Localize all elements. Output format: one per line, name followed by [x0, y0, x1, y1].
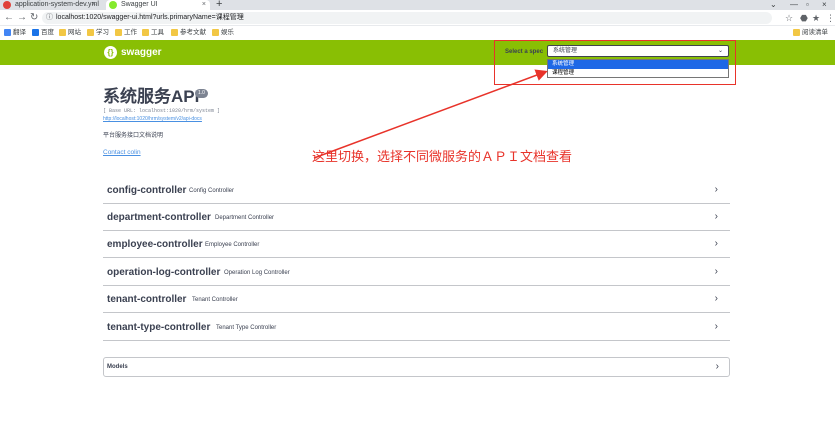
- tag-description: Employee Controller: [205, 242, 260, 248]
- folder-icon: [212, 29, 219, 36]
- back-button[interactable]: ←: [4, 11, 14, 25]
- bookmark-reading-list[interactable]: 阅读清单: [793, 26, 828, 40]
- browser-tab-yml[interactable]: application-system-dev.yml ×: [0, 0, 100, 10]
- tab-close-icon[interactable]: ×: [92, 0, 96, 10]
- new-tab-button[interactable]: +: [216, 0, 222, 10]
- folder-icon: [171, 29, 178, 36]
- tag-description: Config Controller: [189, 188, 235, 194]
- tag-operation-log-controller[interactable]: operation-log-controller Operation Log C…: [103, 259, 730, 286]
- chevron-right-icon: ›: [714, 321, 718, 332]
- chevron-right-icon: ›: [715, 361, 719, 372]
- address-bar-row: ← → ↻ ⓘ localhost:1020/swagger-ui.html?u…: [0, 10, 835, 26]
- browser-tab-bar: application-system-dev.yml × Swagger UI …: [0, 0, 835, 10]
- api-description: 平台服务接口文档说明: [103, 133, 164, 139]
- version-badge: 1.0: [195, 89, 208, 98]
- forward-button[interactable]: →: [17, 11, 27, 25]
- menu-icon[interactable]: ⋮: [826, 11, 835, 25]
- api-docs-link[interactable]: http://localhost:1020/hrm/system/v2/api-…: [103, 116, 202, 123]
- tag-description: Tenant Type Controller: [216, 325, 277, 331]
- chevron-right-icon: ›: [714, 266, 718, 277]
- tag-name: operation-log-controller: [107, 267, 221, 278]
- tag-department-controller[interactable]: department-controller Department Control…: [103, 204, 730, 231]
- tag-description: Operation Log Controller: [224, 270, 290, 276]
- minimize-button[interactable]: —: [790, 0, 798, 10]
- folder-icon: [59, 29, 66, 36]
- tag-name: config-controller: [107, 185, 187, 196]
- tag-name: tenant-controller: [107, 294, 187, 305]
- bookmark-translate[interactable]: 翻译: [4, 26, 26, 40]
- tab-favicon-icon: [3, 1, 11, 9]
- bookmark-baidu[interactable]: 百度: [32, 26, 54, 40]
- tag-name: employee-controller: [107, 239, 203, 250]
- bookmark-folder[interactable]: 工作: [115, 26, 137, 40]
- swagger-logo-icon: {}: [104, 46, 117, 59]
- folder-icon: [115, 29, 122, 36]
- bookmark-folder[interactable]: 网站: [59, 26, 81, 40]
- favorites-icon[interactable]: ★: [812, 11, 820, 25]
- maximize-button[interactable]: ▫: [806, 0, 809, 10]
- tag-config-controller[interactable]: config-controller Config Controller ›: [103, 177, 730, 204]
- chevron-right-icon: ›: [714, 211, 718, 222]
- tag-employee-controller[interactable]: employee-controller Employee Controller …: [103, 231, 730, 258]
- models-title: Models: [107, 364, 128, 370]
- close-window-button[interactable]: ×: [822, 0, 827, 10]
- url-field[interactable]: ⓘ localhost:1020/swagger-ui.html?urls.pr…: [42, 12, 772, 24]
- tag-name: department-controller: [107, 212, 211, 223]
- tag-description: Department Controller: [215, 215, 275, 221]
- chevron-right-icon: ›: [714, 238, 718, 249]
- chevron-right-icon: ›: [714, 293, 718, 304]
- tab-title: application-system-dev.yml: [15, 1, 99, 8]
- bookmark-folder[interactable]: 工具: [142, 26, 164, 40]
- extension-icon[interactable]: ⬣: [800, 11, 808, 25]
- bookmark-folder[interactable]: 学习: [87, 26, 109, 40]
- reload-button[interactable]: ↻: [30, 11, 38, 25]
- bookmark-folder[interactable]: 参考文献: [171, 26, 206, 40]
- swagger-logo-text: swagger: [121, 47, 162, 58]
- folder-icon: [142, 29, 149, 36]
- tag-tenant-type-controller[interactable]: tenant-type-controller Tenant Type Contr…: [103, 314, 730, 341]
- bookmark-star-icon[interactable]: ☆: [785, 11, 793, 25]
- annotation-text: 这里切换，选择不同微服务的ＡＰＩ文档查看: [312, 149, 573, 164]
- annotation-highlight-box: [494, 40, 736, 85]
- tag-name: tenant-type-controller: [107, 322, 211, 333]
- baidu-icon: [32, 29, 39, 36]
- folder-icon: [87, 29, 94, 36]
- url-text: localhost:1020/swagger-ui.html?urls.prim…: [56, 14, 244, 21]
- tab-search-icon[interactable]: ⌄: [770, 0, 777, 10]
- reading-list-icon: [793, 29, 800, 36]
- tag-description: Tenant Controller: [192, 297, 238, 303]
- models-section[interactable]: Models ›: [103, 357, 730, 377]
- page-title: 系统服务API: [103, 87, 200, 106]
- browser-tab-swagger[interactable]: Swagger UI ×: [106, 0, 210, 10]
- tag-tenant-controller[interactable]: tenant-controller Tenant Controller ›: [103, 286, 730, 313]
- swagger-favicon-icon: [109, 1, 117, 9]
- base-url: [ Base URL: localhost:1020/hrm/system ]: [103, 108, 221, 114]
- tab-title: Swagger UI: [121, 1, 158, 8]
- tab-close-icon[interactable]: ×: [202, 0, 206, 10]
- translate-icon: [4, 29, 11, 36]
- chevron-right-icon: ›: [714, 184, 718, 195]
- site-info-icon[interactable]: ⓘ: [46, 12, 53, 24]
- contact-link[interactable]: Contact colin: [103, 148, 141, 157]
- bookmark-folder[interactable]: 娱乐: [212, 26, 234, 40]
- bookmarks-bar: 翻译 百度 网站 学习 工作 工具 参考文献 娱乐 阅读清单: [0, 26, 835, 40]
